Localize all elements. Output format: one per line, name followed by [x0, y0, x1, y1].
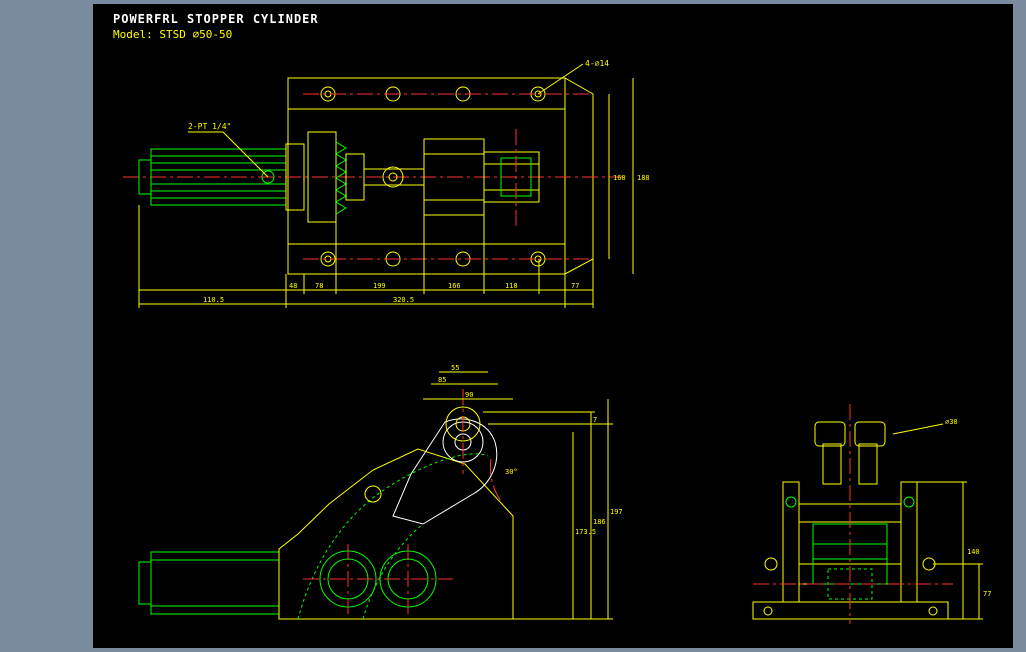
cad-canvas: 4-⌀14 2-PT 1/4" 160 188 [93, 4, 1013, 648]
dim-h140: 140 [967, 548, 980, 556]
port-callout: 2-PT 1/4" [188, 122, 231, 131]
dim-118: 118 [505, 282, 518, 290]
dim-h77: 77 [983, 590, 991, 598]
dim-48: 48 [289, 282, 297, 290]
dim-chain-bottom: 110.5 48 78 199 166 118 77 320.5 [139, 205, 593, 308]
dim-angle: 30° [505, 468, 518, 476]
dim-85: 85 [438, 376, 446, 384]
dim-v-160: 160 [613, 174, 626, 182]
dim-110: 110.5 [203, 296, 224, 304]
dim-90: 90 [465, 391, 473, 399]
dim-roller-d: ⌀30 [945, 418, 958, 426]
dim-199: 199 [373, 282, 386, 290]
dim-77: 77 [571, 282, 579, 290]
dim-186: 186 [593, 518, 606, 526]
top-view: 4-⌀14 2-PT 1/4" 160 188 [123, 59, 650, 308]
end-view: ⌀30 140 77 [753, 404, 991, 624]
dim-197: 197 [610, 508, 623, 516]
dim-320: 320.5 [393, 296, 414, 304]
side-view: 30° 85 90 55 7 173.5 186 197 [139, 364, 623, 619]
dim-55: 55 [451, 364, 459, 372]
dim-166: 166 [448, 282, 461, 290]
dim-7: 7 [593, 416, 597, 424]
dim-78: 78 [315, 282, 323, 290]
hole-callout: 4-⌀14 [585, 59, 609, 68]
dim-173: 173.5 [575, 528, 596, 536]
dim-v-188: 188 [637, 174, 650, 182]
drawing-sheet: POWERFRL STOPPER CYLINDER Model: STSD ⌀5… [93, 4, 1013, 648]
